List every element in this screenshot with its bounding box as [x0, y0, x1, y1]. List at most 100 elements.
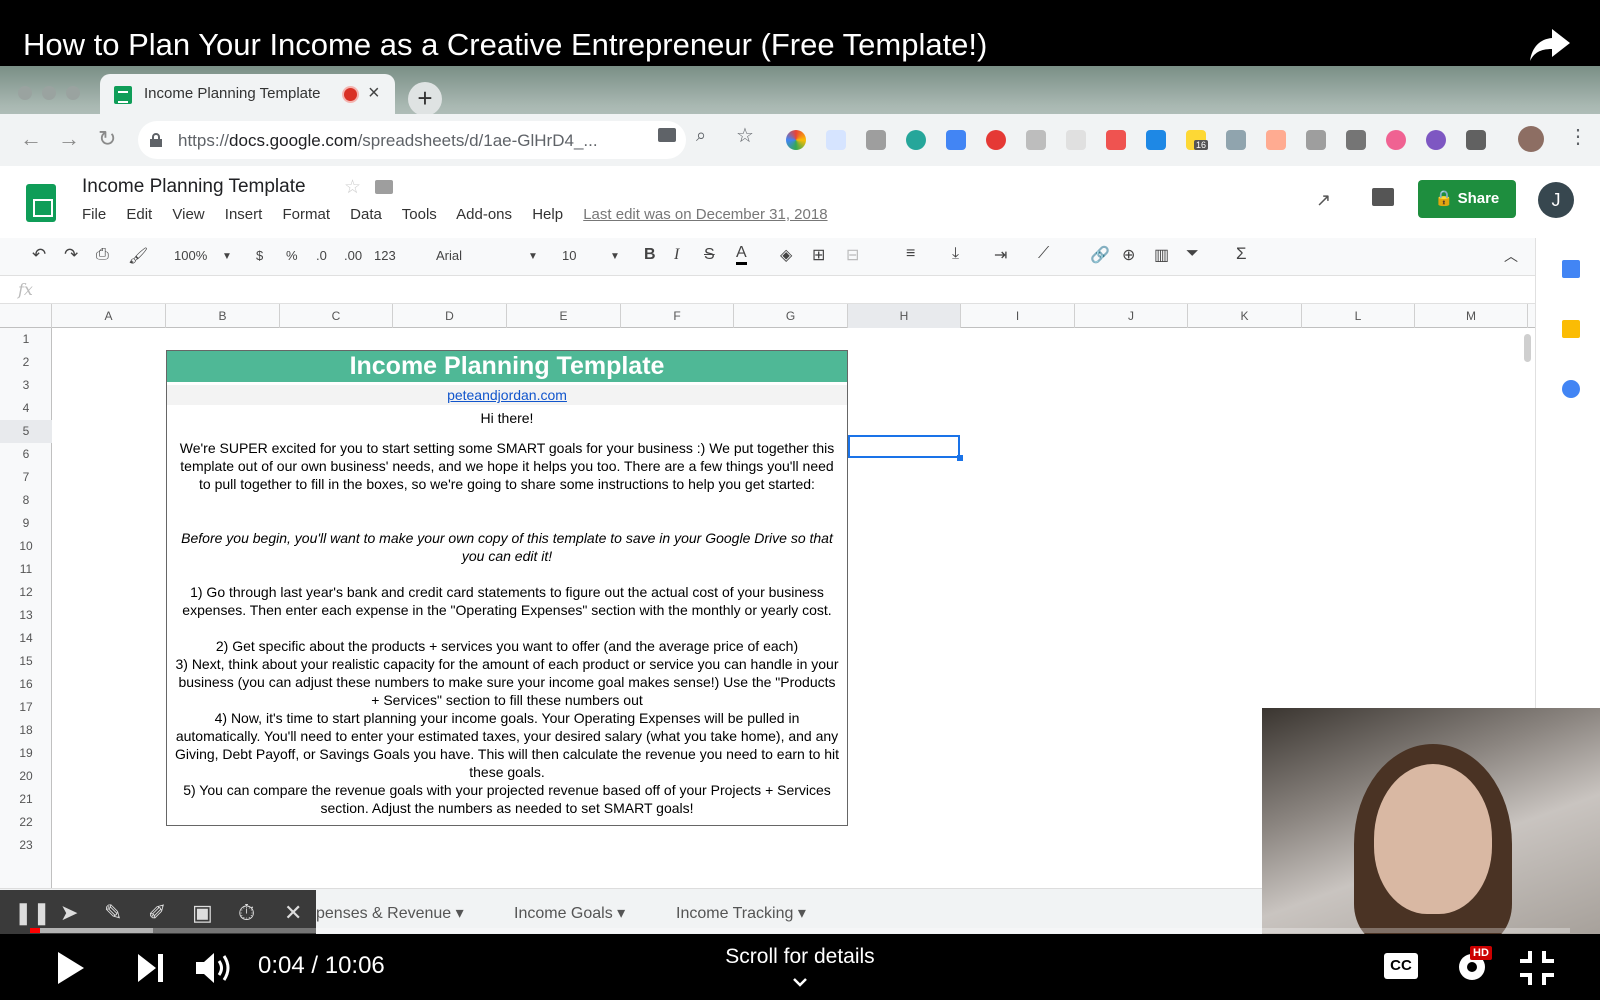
- row-header[interactable]: 14: [0, 627, 52, 650]
- row-header[interactable]: 19: [0, 742, 52, 765]
- keep-icon[interactable]: [1562, 320, 1580, 338]
- insert-chart-icon[interactable]: ▥: [1154, 245, 1169, 265]
- align-left-icon[interactable]: ≡: [906, 245, 915, 263]
- profile-avatar[interactable]: [1518, 126, 1544, 152]
- menu-tools[interactable]: Tools: [402, 206, 437, 223]
- facebook-extension-icon[interactable]: [1466, 130, 1486, 150]
- activity-trend-icon[interactable]: ↗: [1316, 190, 1331, 211]
- column-header[interactable]: D: [393, 304, 507, 328]
- menu-edit[interactable]: Edit: [126, 206, 152, 223]
- row-header[interactable]: 4: [0, 397, 52, 420]
- redo-icon[interactable]: ↷: [64, 245, 78, 265]
- row-header[interactable]: 15: [0, 650, 52, 673]
- highlighter-icon[interactable]: ✐: [148, 900, 166, 926]
- extension-icon[interactable]: [1146, 130, 1166, 150]
- extension-icon[interactable]: [986, 130, 1006, 150]
- borders-icon[interactable]: ⊞: [812, 245, 825, 265]
- next-icon[interactable]: [138, 954, 164, 982]
- row-header[interactable]: 8: [0, 489, 52, 512]
- reload-icon[interactable]: ↻: [98, 126, 116, 152]
- folder-icon[interactable]: [375, 180, 393, 194]
- column-header[interactable]: C: [280, 304, 393, 328]
- extension-icon[interactable]: [1066, 130, 1086, 150]
- functions-button[interactable]: Σ: [1236, 244, 1247, 264]
- column-header[interactable]: F: [621, 304, 734, 328]
- print-icon[interactable]: ⎙: [96, 246, 109, 264]
- sheet-tab[interactable]: Income Tracking ▾: [676, 903, 806, 923]
- chevron-down-icon[interactable]: [792, 975, 808, 991]
- screenshot-extension-icon[interactable]: [866, 130, 886, 150]
- forward-icon[interactable]: →: [58, 126, 80, 152]
- column-header[interactable]: K: [1188, 304, 1302, 328]
- extension-icon[interactable]: [1426, 130, 1446, 150]
- pointer-icon[interactable]: ➤: [60, 900, 78, 926]
- row-header[interactable]: 12: [0, 581, 52, 604]
- selected-cell[interactable]: [848, 435, 963, 461]
- account-avatar[interactable]: J: [1538, 182, 1574, 218]
- decrease-decimal-button[interactable]: .0: [316, 248, 327, 263]
- share-button[interactable]: 🔒 Share: [1418, 180, 1516, 218]
- scroll-for-details[interactable]: Scroll for details: [700, 945, 900, 969]
- sheet-tab[interactable]: Income Goals ▾: [514, 903, 625, 923]
- column-header[interactable]: J: [1075, 304, 1188, 328]
- menu-insert[interactable]: Insert: [225, 206, 263, 223]
- row-header[interactable]: 23: [0, 834, 52, 857]
- zoom-select[interactable]: 100%: [174, 248, 207, 263]
- collapse-toolbar-icon[interactable]: ︿: [1504, 246, 1518, 266]
- window-maximize-dot[interactable]: [66, 86, 80, 100]
- volume-icon[interactable]: [196, 951, 236, 985]
- timer-icon[interactable]: ⏱: [238, 900, 255, 926]
- sheets-logo-icon[interactable]: [26, 184, 56, 222]
- currency-format-button[interactable]: $: [256, 248, 263, 263]
- number-format-select[interactable]: 123: [374, 248, 396, 263]
- column-header[interactable]: A: [52, 304, 166, 328]
- vertical-scrollbar[interactable]: [1524, 334, 1531, 362]
- row-header[interactable]: 1: [0, 328, 52, 351]
- bookmark-star-icon[interactable]: ☆: [736, 123, 754, 148]
- row-header[interactable]: 16: [0, 673, 52, 696]
- merge-cells-icon[interactable]: ⊟: [846, 245, 859, 265]
- row-header[interactable]: 20: [0, 765, 52, 788]
- document-title[interactable]: Income Planning Template: [82, 176, 306, 198]
- menu-format[interactable]: Format: [282, 206, 330, 223]
- menu-file[interactable]: File: [82, 206, 106, 223]
- row-header[interactable]: 13: [0, 604, 52, 627]
- column-header[interactable]: B: [166, 304, 280, 328]
- row-header[interactable]: 21: [0, 788, 52, 811]
- address-bar[interactable]: https://docs.google.com/spreadsheets/d/1…: [138, 121, 686, 159]
- row-header[interactable]: 22: [0, 811, 52, 834]
- extension-icon[interactable]: [1266, 130, 1286, 150]
- window-close-dot[interactable]: [18, 86, 32, 100]
- notes-extension-icon[interactable]: 16: [1186, 130, 1209, 150]
- text-wrap-icon[interactable]: ⇥: [994, 245, 1007, 265]
- tasks-icon[interactable]: [1562, 380, 1580, 398]
- italic-button[interactable]: I: [674, 246, 679, 264]
- percent-format-button[interactable]: %: [286, 248, 298, 263]
- undo-icon[interactable]: ↶: [32, 245, 46, 265]
- extension-icon[interactable]: [826, 130, 846, 150]
- chevron-down-icon[interactable]: ▼: [528, 251, 538, 262]
- code-extension-icon[interactable]: [1026, 130, 1046, 150]
- window-minimize-dot[interactable]: [42, 86, 56, 100]
- color-picker-extension-icon[interactable]: [786, 130, 806, 150]
- calendar-icon[interactable]: [1562, 260, 1580, 278]
- menu-data[interactable]: Data: [350, 206, 382, 223]
- column-header[interactable]: G: [734, 304, 848, 328]
- row-header[interactable]: 18: [0, 719, 52, 742]
- extension-icon[interactable]: [946, 130, 966, 150]
- video-player[interactable]: How to Plan Your Income as a Creative En…: [0, 0, 1600, 1000]
- eyedropper-extension-icon[interactable]: [1226, 130, 1246, 150]
- browser-tab[interactable]: Income Planning Template ×: [100, 74, 395, 114]
- vertical-align-icon[interactable]: ⤓: [952, 245, 959, 263]
- progress-bar[interactable]: [30, 928, 1570, 933]
- chevron-down-icon[interactable]: ▼: [222, 251, 232, 262]
- video-title[interactable]: How to Plan Your Income as a Creative En…: [23, 25, 987, 65]
- pause-recording-icon[interactable]: ❚❚: [14, 900, 51, 926]
- browser-menu-icon[interactable]: ⋮: [1568, 124, 1588, 149]
- column-header[interactable]: E: [507, 304, 621, 328]
- heart-extension-icon[interactable]: [1386, 130, 1406, 150]
- column-header[interactable]: L: [1302, 304, 1415, 328]
- text-color-button[interactable]: A: [736, 244, 747, 265]
- extension-icon[interactable]: [1106, 130, 1126, 150]
- menu-view[interactable]: View: [172, 206, 204, 223]
